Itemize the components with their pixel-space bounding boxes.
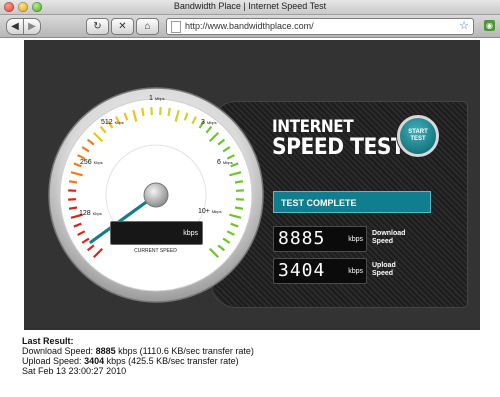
tick-label-10mbps: 10+ Mbps — [198, 208, 222, 215]
upload-readout: 3404 kbps — [273, 258, 367, 284]
download-result-value: 8885 — [95, 346, 116, 356]
upload-unit: kbps — [348, 268, 363, 275]
current-speed-unit: kbps — [183, 230, 198, 237]
tick-label-128kbps: 128 Kbps — [79, 210, 102, 217]
speed-gauge — [48, 87, 264, 303]
download-unit: kbps — [348, 236, 363, 243]
bookmark-star-icon[interactable]: ☆ — [459, 19, 469, 32]
gauge-tick — [68, 206, 78, 210]
page-icon — [171, 21, 181, 33]
gauge-tick — [167, 107, 171, 117]
tick-label-3mbps: 3 Mbps — [201, 119, 217, 126]
last-result: Last Result: Download Speed: 8885 kbps (… — [22, 336, 254, 376]
gauge-tick — [68, 180, 78, 184]
upload-label: Upload Speed — [372, 262, 396, 277]
download-label: Download Speed — [372, 230, 406, 245]
upload-result-value: 3404 — [84, 356, 105, 366]
title-internet: INTERNET — [272, 117, 354, 137]
upload-digits: 3404 — [278, 260, 326, 281]
url-text[interactable]: http://www.bandwidthplace.com/ — [185, 20, 314, 33]
rss-icon[interactable]: ◉ — [484, 20, 495, 31]
tick-label-6mbps: 6 Mbps — [217, 159, 233, 166]
forward-button[interactable]: ▶ — [23, 18, 41, 35]
home-button[interactable]: ⌂ — [136, 18, 159, 35]
speed-test-widget: INTERNET SPEED TEST START TEST TEST COMP… — [24, 40, 480, 330]
gauge-tick — [234, 180, 244, 184]
download-readout: 8885 kbps — [273, 226, 367, 252]
gauge-hub — [143, 182, 169, 208]
window-title: Bandwidth Place | Internet Speed Test — [173, 1, 327, 11]
reload-button[interactable]: ↻ — [86, 18, 109, 35]
tick-label-256kbps: 256 Kbps — [80, 159, 103, 166]
download-result-line: Download Speed: 8885 kbps (1110.6 KB/sec… — [22, 346, 254, 356]
current-speed-display: kbps — [110, 221, 203, 245]
tick-label-1mbps: 1 Mbps — [149, 95, 165, 102]
browser-toolbar: ◀ ▶ ↻ ✕ ⌂ http://www.bandwidthplace.com/… — [0, 15, 500, 38]
stop-button[interactable]: ✕ — [111, 18, 134, 35]
tick-label-512kbps: 512 Kbps — [101, 119, 124, 126]
results-heading: Last Result: — [22, 336, 74, 346]
download-digits: 8885 — [278, 228, 326, 249]
back-button[interactable]: ◀ — [6, 18, 24, 35]
status-bar: TEST COMPLETE — [273, 191, 431, 213]
address-bar[interactable]: http://www.bandwidthplace.com/ ☆ — [166, 18, 474, 35]
title-speed-test: SPEED TEST — [272, 135, 405, 160]
gauge-tick — [141, 107, 145, 117]
upload-result-line: Upload Speed: 3404 kbps (425.5 KB/sec tr… — [22, 356, 239, 366]
window-titlebar: Bandwidth Place | Internet Speed Test — [0, 0, 500, 15]
result-timestamp: Sat Feb 13 23:00:27 2010 — [22, 366, 127, 376]
start-test-button[interactable]: START TEST — [397, 115, 439, 157]
current-speed-label: CURRENT SPEED — [134, 248, 177, 254]
gauge-tick — [234, 206, 244, 210]
